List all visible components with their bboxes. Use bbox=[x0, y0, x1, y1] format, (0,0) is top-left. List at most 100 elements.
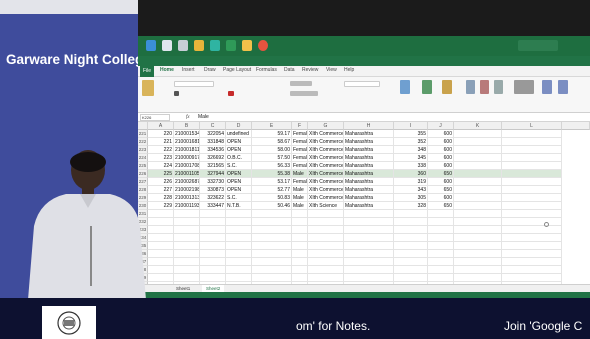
column-header[interactable]: J bbox=[428, 122, 454, 130]
column-header[interactable]: G bbox=[308, 122, 344, 130]
cell[interactable] bbox=[502, 202, 562, 210]
tab-home[interactable]: Home bbox=[160, 67, 174, 73]
cell[interactable] bbox=[428, 250, 454, 258]
cell[interactable] bbox=[292, 210, 308, 218]
cell[interactable]: XIth Commerce bbox=[308, 162, 344, 170]
cell[interactable] bbox=[394, 266, 428, 274]
cell[interactable] bbox=[226, 218, 252, 226]
cell[interactable] bbox=[148, 250, 174, 258]
cell[interactable] bbox=[394, 234, 428, 242]
sort-filter-icon[interactable] bbox=[542, 80, 552, 94]
row-header[interactable]: 221 bbox=[138, 130, 148, 138]
column-header[interactable]: F bbox=[292, 122, 308, 130]
cell[interactable]: Maharashtra bbox=[344, 202, 394, 210]
cell[interactable] bbox=[292, 242, 308, 250]
cell[interactable] bbox=[454, 186, 502, 194]
cell[interactable] bbox=[454, 194, 502, 202]
cell[interactable] bbox=[502, 178, 562, 186]
cell[interactable]: Maharashtra bbox=[344, 170, 394, 178]
cell[interactable] bbox=[428, 218, 454, 226]
cell[interactable] bbox=[394, 226, 428, 234]
cell[interactable]: 228 bbox=[148, 194, 174, 202]
merge-center-icon[interactable] bbox=[290, 91, 318, 96]
cell[interactable] bbox=[252, 242, 292, 250]
cell[interactable] bbox=[308, 226, 344, 234]
cell[interactable] bbox=[252, 234, 292, 242]
cell[interactable]: 600 bbox=[428, 146, 454, 154]
tab-file[interactable]: File bbox=[140, 66, 154, 77]
cell[interactable]: 229 bbox=[148, 202, 174, 210]
cell[interactable] bbox=[200, 242, 226, 250]
cell[interactable] bbox=[454, 178, 502, 186]
cell[interactable]: Maharashtra bbox=[344, 154, 394, 162]
cell[interactable]: 2100018115 bbox=[174, 146, 200, 154]
cell[interactable] bbox=[174, 242, 200, 250]
cell[interactable] bbox=[148, 210, 174, 218]
cell[interactable] bbox=[148, 266, 174, 274]
cell[interactable]: 600 bbox=[428, 154, 454, 162]
cell[interactable] bbox=[252, 210, 292, 218]
cell[interactable] bbox=[502, 170, 562, 178]
cell[interactable] bbox=[292, 258, 308, 266]
cell[interactable] bbox=[428, 274, 454, 282]
cell[interactable]: 360 bbox=[394, 170, 428, 178]
font-box-icon[interactable] bbox=[174, 81, 214, 87]
cell[interactable] bbox=[502, 194, 562, 202]
cell[interactable] bbox=[454, 218, 502, 226]
cell[interactable]: 600 bbox=[428, 178, 454, 186]
cell[interactable] bbox=[454, 130, 502, 138]
cell[interactable]: 330873 bbox=[200, 186, 226, 194]
cell[interactable]: S.C. bbox=[226, 162, 252, 170]
tab-formulas[interactable]: Formulas bbox=[256, 67, 277, 73]
name-box[interactable]: K226 bbox=[140, 114, 170, 121]
cell[interactable] bbox=[394, 210, 428, 218]
cell[interactable] bbox=[502, 210, 562, 218]
cell[interactable] bbox=[174, 210, 200, 218]
cell[interactable]: undefined bbox=[226, 130, 252, 138]
cell[interactable]: 333447 bbox=[200, 202, 226, 210]
cell[interactable] bbox=[174, 218, 200, 226]
cell[interactable] bbox=[394, 242, 428, 250]
tab-data[interactable]: Data bbox=[284, 67, 295, 73]
cell[interactable] bbox=[226, 210, 252, 218]
cell[interactable]: 355 bbox=[394, 130, 428, 138]
cell[interactable] bbox=[308, 234, 344, 242]
cell[interactable] bbox=[344, 218, 394, 226]
cell[interactable] bbox=[308, 210, 344, 218]
cell[interactable] bbox=[148, 226, 174, 234]
cell[interactable] bbox=[502, 250, 562, 258]
cell[interactable] bbox=[502, 266, 562, 274]
cell[interactable] bbox=[292, 226, 308, 234]
cell[interactable]: 352 bbox=[394, 138, 428, 146]
cell[interactable] bbox=[200, 274, 226, 282]
column-header[interactable]: L bbox=[502, 122, 562, 130]
cell[interactable]: 600 bbox=[428, 130, 454, 138]
cell[interactable] bbox=[308, 218, 344, 226]
cell[interactable]: OPEN bbox=[226, 186, 252, 194]
column-header[interactable]: D bbox=[226, 122, 252, 130]
cell[interactable] bbox=[226, 226, 252, 234]
cell[interactable]: 2100009174 bbox=[174, 154, 200, 162]
row-header[interactable]: 222 bbox=[138, 138, 148, 146]
cell[interactable]: 332730 bbox=[200, 178, 226, 186]
tab-review[interactable]: Review bbox=[302, 67, 318, 73]
cell[interactable]: 600 bbox=[428, 138, 454, 146]
cell[interactable]: Female bbox=[292, 162, 308, 170]
cell[interactable]: Maharashtra bbox=[344, 186, 394, 194]
cell[interactable] bbox=[502, 274, 562, 282]
cell[interactable]: OPEN bbox=[226, 170, 252, 178]
format-table-icon[interactable] bbox=[422, 80, 432, 94]
chrome-icon[interactable] bbox=[258, 40, 268, 51]
cell[interactable]: 2100013130 bbox=[174, 194, 200, 202]
cell[interactable]: 58.00 bbox=[252, 146, 292, 154]
cell[interactable] bbox=[454, 242, 502, 250]
cell[interactable]: XIth Commerce bbox=[308, 146, 344, 154]
tab-draw[interactable]: Draw bbox=[204, 67, 216, 73]
format-cells-icon[interactable] bbox=[494, 80, 503, 94]
cell[interactable] bbox=[502, 218, 562, 226]
cell[interactable]: 2100026878 bbox=[174, 178, 200, 186]
cell[interactable] bbox=[226, 274, 252, 282]
cell[interactable] bbox=[292, 266, 308, 274]
cell[interactable] bbox=[292, 250, 308, 258]
cell[interactable]: 343 bbox=[394, 186, 428, 194]
